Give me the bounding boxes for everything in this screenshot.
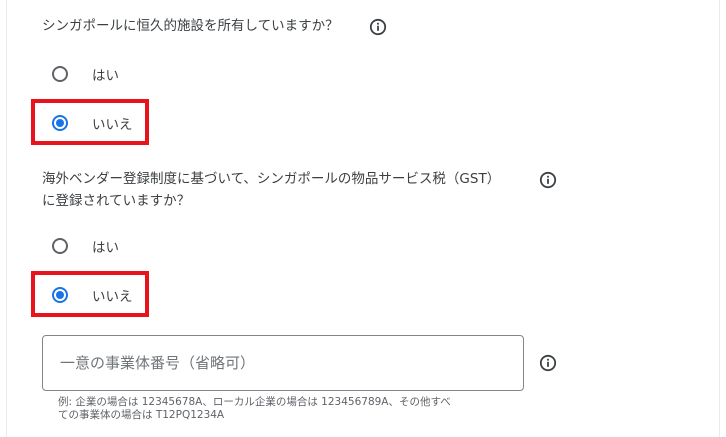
option-label: いいえ <box>92 117 133 133</box>
question-text-line-2: に登録されていますか？ <box>42 193 191 209</box>
info-icon[interactable] <box>539 354 557 372</box>
panel-right-border <box>719 0 720 437</box>
entity-number-field[interactable] <box>42 335 524 391</box>
form-panel: シンガポールに恒久的施設を所有していますか？ はい いいえ 海外ベンダー登録制度… <box>0 0 726 437</box>
info-icon[interactable] <box>539 171 557 189</box>
helper-text-line-1: 例: 企業の場合は 12345678A、ローカル企業の場合は 123456789… <box>58 396 451 408</box>
option-label: いいえ <box>92 289 133 305</box>
radio-button-selected[interactable] <box>52 115 68 131</box>
option-label: はい <box>92 68 119 84</box>
question-text-line-1: 海外ベンダー登録制度に基づいて、シンガポールの物品サービス税（GST） <box>42 171 501 187</box>
question-text: シンガポールに恒久的施設を所有していますか？ <box>42 18 339 34</box>
q1-option-yes[interactable]: はい <box>52 62 119 86</box>
q1-option-no[interactable]: いいえ <box>52 111 133 135</box>
panel-left-border <box>6 0 7 437</box>
helper-text-line-2: ての事業体の場合は T12PQ1234A <box>58 409 225 421</box>
q2-option-yes[interactable]: はい <box>52 234 119 258</box>
entity-number-helper-text: 例: 企業の場合は 12345678A、ローカル企業の場合は 123456789… <box>58 396 508 422</box>
option-label: はい <box>92 240 119 256</box>
question-permanent-establishment: シンガポールに恒久的施設を所有していますか？ <box>42 15 339 37</box>
info-icon[interactable] <box>369 18 387 36</box>
radio-button-unselected[interactable] <box>52 238 68 254</box>
entity-number-input[interactable] <box>43 336 500 390</box>
question-gst-registration: 海外ベンダー登録制度に基づいて、シンガポールの物品サービス税（GST） に登録さ… <box>42 168 500 212</box>
radio-button-unselected[interactable] <box>52 66 68 82</box>
q2-option-no[interactable]: いいえ <box>52 283 133 307</box>
radio-button-selected[interactable] <box>52 287 68 303</box>
